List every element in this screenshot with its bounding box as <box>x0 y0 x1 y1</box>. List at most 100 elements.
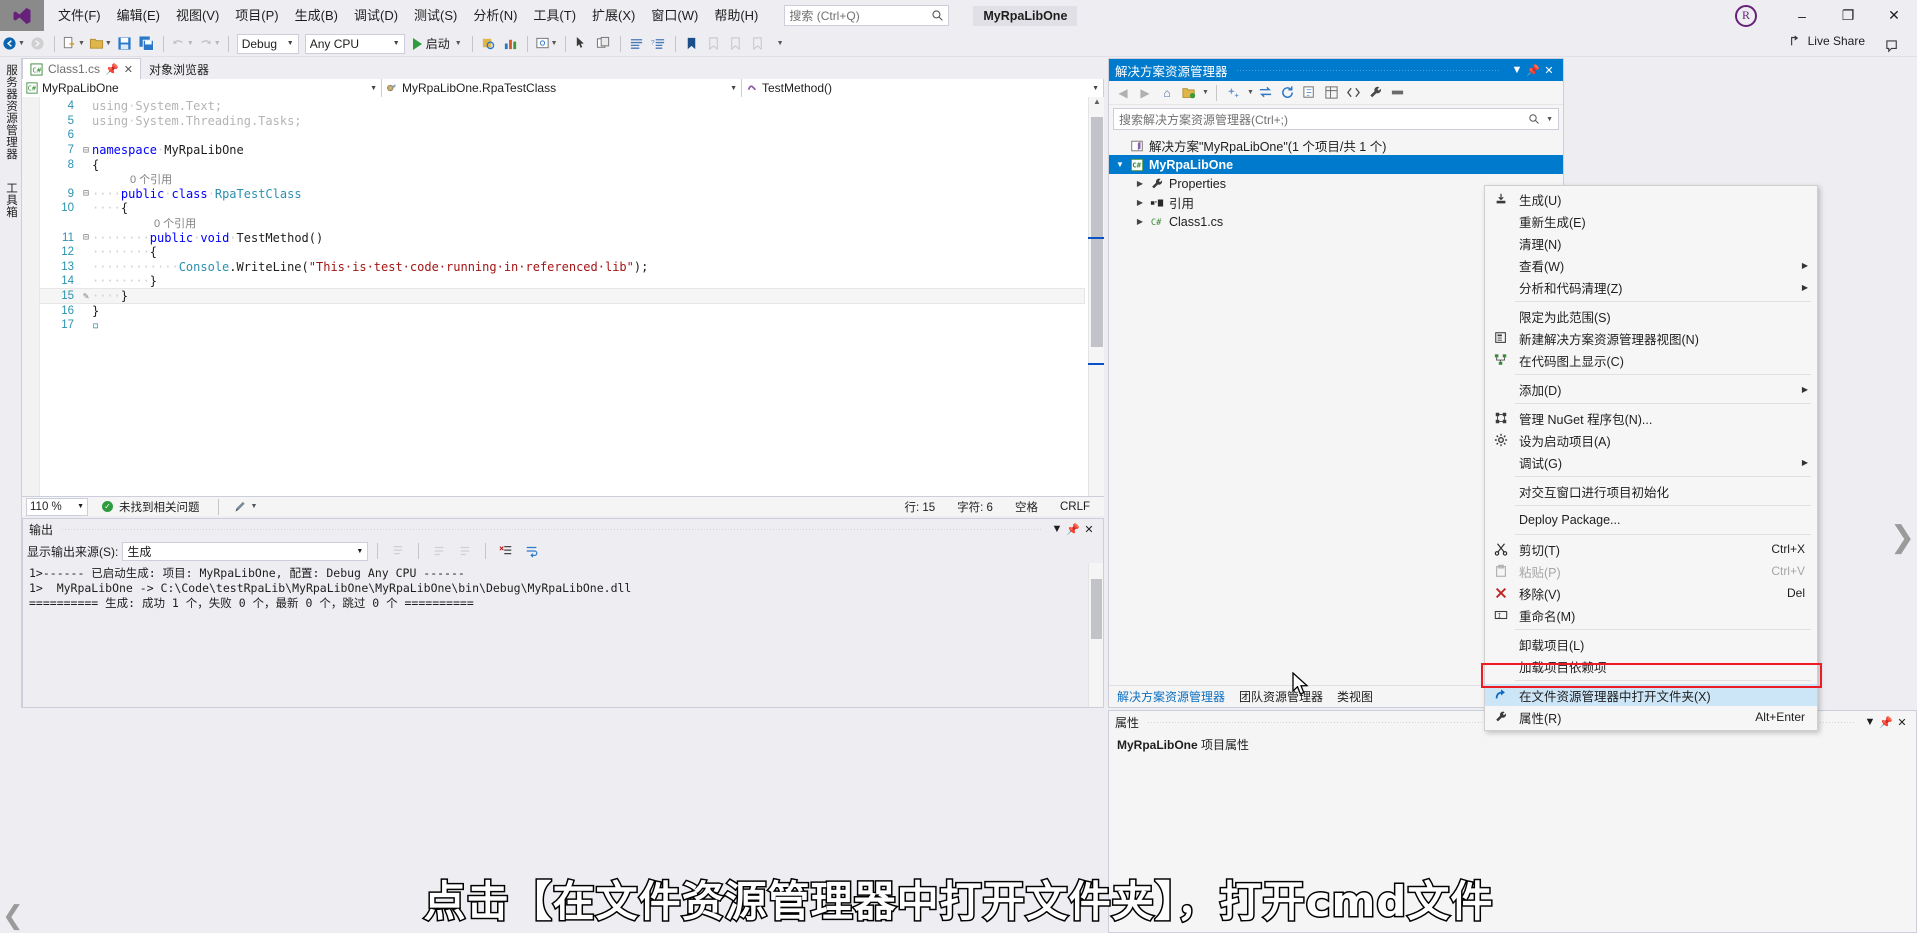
se-view-code-button[interactable] <box>1344 83 1364 103</box>
context-menu-item-26[interactable]: 加载项目依赖项 <box>1485 655 1817 677</box>
se-properties-button[interactable] <box>1366 83 1386 103</box>
chevron-down-icon[interactable]: ▼ <box>1202 89 1209 96</box>
properties-close-icon[interactable]: ✕ <box>1894 716 1910 729</box>
code-reference-lens[interactable]: 0 个引用 <box>40 172 1084 187</box>
quick-search-input[interactable]: 搜索 (Ctrl+Q) <box>784 5 950 26</box>
edit-marker-icon[interactable]: ✎ <box>80 291 92 302</box>
navbar-type-select[interactable]: MyRpaLibOne.RpaTestClass ▼ <box>382 79 742 97</box>
code-editor[interactable]: 4 using·System.Text; 5 using·System.Threadi… <box>22 97 1104 496</box>
refresh-markup-button[interactable] <box>593 33 615 55</box>
toolbox-tab[interactable]: 工具箱 <box>0 176 22 224</box>
solution-explorer-dropdown-icon[interactable]: ▼ <box>1509 64 1525 76</box>
open-file-button[interactable]: ▼ <box>87 33 114 55</box>
context-menu-item-0[interactable]: 生成(U) <box>1485 188 1817 210</box>
restore-button[interactable]: ❐ <box>1825 0 1871 31</box>
solution-explorer-search-input[interactable]: 搜索解决方案资源管理器(Ctrl+;) ▼ <box>1113 108 1559 130</box>
context-menu-item-4[interactable]: 分析和代码清理(Z) ▶ <box>1485 276 1817 298</box>
preview-dropdown-caret[interactable]: ▼ <box>551 40 558 47</box>
output-close-icon[interactable]: ✕ <box>1081 523 1097 536</box>
tree-row-project[interactable]: ▼ C# MyRpaLibOne <box>1109 155 1563 174</box>
editor-vertical-scrollbar[interactable]: ⊞ ▲ <box>1088 97 1104 496</box>
codelens-reference-count[interactable]: 0 个引用 <box>154 215 196 231</box>
solution-explorer-toolbar[interactable]: ◀ ▶ ⌂ ▼ ▼ <box>1109 81 1563 105</box>
code-line[interactable]: 12 ········{ <box>40 245 1084 260</box>
menu-view[interactable]: 视图(V) <box>168 0 227 31</box>
scrollbar-thumb[interactable] <box>1091 579 1102 639</box>
menu-build[interactable]: 生成(B) <box>287 0 346 31</box>
pin-tab-icon[interactable]: 📌 <box>105 63 119 76</box>
navbar-project-select[interactable]: C# MyRpaLibOne ▼ <box>22 79 382 97</box>
save-button[interactable] <box>114 33 136 55</box>
se-sync-button[interactable] <box>1256 83 1276 103</box>
expander-icon[interactable]: ▶ <box>1135 179 1145 188</box>
start-debug-button[interactable]: 启动 ▼ <box>408 33 467 55</box>
close-tab-icon[interactable]: ✕ <box>124 63 133 76</box>
tree-row-solution[interactable]: 解决方案"MyRpaLibOne"(1 个项目/共 1 个) <box>1109 136 1563 155</box>
context-menu-item-1[interactable]: 重新生成(E) <box>1485 210 1817 232</box>
attach-process-button[interactable] <box>478 33 500 55</box>
next-bookmark-button[interactable] <box>725 33 747 55</box>
issues-indicator[interactable]: ✓ 未找到相关问题 <box>102 499 200 515</box>
code-cleanup-button[interactable]: ▼ <box>234 500 258 513</box>
find-message-button[interactable] <box>387 540 409 562</box>
solution-configuration-select[interactable]: Debug ▼ <box>236 33 299 54</box>
project-context-menu[interactable]: 生成(U) 重新生成(E) 清理(N) 查看(W) ▶ 分析和代码清理(Z) ▶ 限定为此范围… <box>1484 185 1818 731</box>
codelens-reference-count[interactable]: 0 个引用 <box>130 171 172 187</box>
go-to-previous-message-button[interactable] <box>428 540 450 562</box>
se-back-button[interactable]: ◀ <box>1113 83 1133 103</box>
redo-dropdown-caret[interactable]: ▼ <box>214 40 221 47</box>
context-menu-item-3[interactable]: 查看(W) ▶ <box>1485 254 1817 276</box>
menu-edit[interactable]: 编辑(E) <box>109 0 168 31</box>
collapse-outline-icon[interactable]: ⊟ <box>80 145 92 156</box>
zoom-level-select[interactable]: 110 % ▼ <box>26 497 88 516</box>
se-pending-changes-button[interactable] <box>1179 83 1199 103</box>
menu-analyze[interactable]: 分析(N) <box>465 0 525 31</box>
se-properties-window-button[interactable] <box>1322 83 1342 103</box>
toggle-word-wrap-button[interactable] <box>521 540 543 562</box>
context-menu-item-18[interactable]: Deploy Package... <box>1485 509 1817 531</box>
go-to-next-message-button[interactable] <box>454 540 476 562</box>
scrollbar-thumb[interactable] <box>1091 117 1103 347</box>
se-forward-button[interactable]: ▶ <box>1135 83 1155 103</box>
context-menu-item-12[interactable]: 管理 NuGet 程序包(N)... <box>1485 407 1817 429</box>
expander-icon[interactable]: ▶ <box>1135 217 1145 226</box>
context-menu-item-29[interactable]: 属性(R) Alt+Enter <box>1485 706 1817 728</box>
new-project-button[interactable]: ▼ <box>60 33 87 55</box>
editor-tab-object-browser[interactable]: 对象浏览器 <box>140 58 217 79</box>
context-menu-item-20[interactable]: 剪切(T) Ctrl+X <box>1485 538 1817 560</box>
clear-bookmarks-button[interactable] <box>747 33 769 55</box>
context-menu-item-23[interactable]: I 重命名(M) <box>1485 604 1817 626</box>
se-show-all-files-button[interactable] <box>1300 83 1320 103</box>
context-menu-item-8[interactable]: 在代码图上显示(C) <box>1485 349 1817 371</box>
code-lines-container[interactable]: 4 using·System.Text; 5 using·System.Threadi… <box>39 99 1085 333</box>
menu-extensions[interactable]: 扩展(X) <box>584 0 643 31</box>
solution-explorer-close-icon[interactable]: ✕ <box>1541 64 1557 77</box>
back-dropdown-caret[interactable]: ▼ <box>18 40 25 47</box>
comment-lines-button[interactable] <box>626 33 648 55</box>
navbar-member-select[interactable]: TestMethod() ▼ <box>742 79 1104 97</box>
redo-button[interactable]: ▼ <box>196 33 223 55</box>
menu-window[interactable]: 窗口(W) <box>643 0 706 31</box>
open-dropdown-caret[interactable]: ▼ <box>105 40 112 47</box>
preview-window-button[interactable]: ▼ <box>533 33 560 55</box>
bottom-tab-class-view[interactable]: 类视图 <box>1337 688 1373 705</box>
select-element-button[interactable] <box>571 33 593 55</box>
bottom-tab-solution-explorer[interactable]: 解决方案资源管理器 <box>1117 688 1225 705</box>
context-menu-item-14[interactable]: 调试(G) ▶ <box>1485 451 1817 473</box>
code-line[interactable]: 7 ⊟ namespace·MyRpaLibOne <box>40 143 1084 158</box>
standard-toolbar[interactable]: ▼ ▼ ▼ ▼ ▼ Debug ▼ Any CPU ▼ 启动 ▼ ▼ ? ▼ L… <box>0 31 1917 57</box>
code-line[interactable]: 16} <box>40 303 1084 318</box>
properties-dropdown-icon[interactable]: ▼ <box>1862 716 1878 728</box>
code-line[interactable]: 8{ <box>40 157 1084 172</box>
new-dropdown-caret[interactable]: ▼ <box>78 40 85 47</box>
toolbar-overflow-button[interactable]: ▼ <box>769 33 791 55</box>
se-preview-selected-button[interactable] <box>1388 83 1408 103</box>
output-source-select[interactable]: 生成 ▼ <box>122 541 369 561</box>
context-menu-item-7[interactable]: 新建解决方案资源管理器视图(N) <box>1485 327 1817 349</box>
account-avatar[interactable]: R <box>1735 4 1757 27</box>
chevron-down-icon[interactable]: ▼ <box>251 503 258 510</box>
output-dropdown-icon[interactable]: ▼ <box>1049 523 1065 535</box>
collapse-outline-icon[interactable]: ⊟ <box>80 188 92 199</box>
output-scrollbar[interactable] <box>1088 563 1103 707</box>
output-panel[interactable]: 输出 ▼ 📌 ✕ 显示输出来源(S): 生成 ▼ 1>------ 已启动生成:… <box>22 518 1104 708</box>
